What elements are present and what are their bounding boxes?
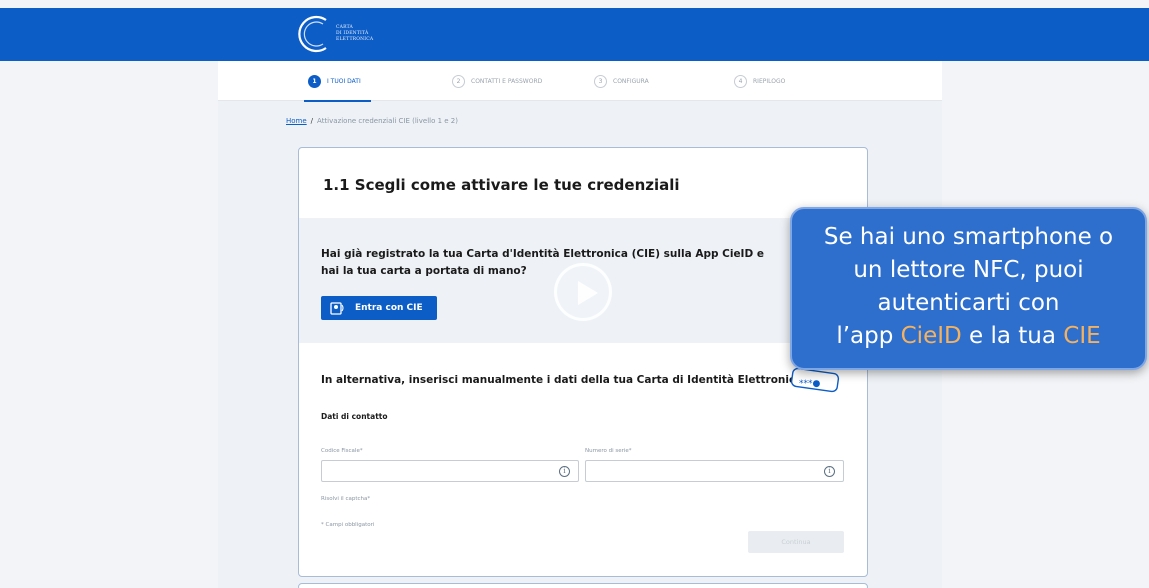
stepper: 1 I TUOI DATI 2 CONTATTI E PASSWORD 3 CO… (218, 61, 942, 102)
caption-line: l’app CieID e la tua CIE (792, 320, 1145, 353)
header-bar: CARTA DI IDENTITÀ ELETTRONICA (0, 8, 1149, 61)
step-4[interactable]: 4 RIEPILOGO (734, 61, 785, 101)
breadcrumb-home-link[interactable]: Home (286, 117, 307, 125)
contact-section-title: Dati di contatto (321, 412, 388, 421)
continue-button[interactable]: Continua (748, 531, 844, 553)
required-fields-note: * Campi obbligatori (321, 522, 375, 528)
caption-highlight: CIE (1063, 323, 1101, 349)
numero-serie-input[interactable] (586, 463, 843, 484)
step-label: RIEPILOGO (753, 77, 786, 85)
step-label: CONTATTI E PASSWORD (471, 77, 543, 85)
codice-fiscale-field[interactable]: i (321, 460, 579, 484)
breadcrumb-separator: / (310, 117, 314, 125)
caption-line: un lettore NFC, puoi (853, 257, 1084, 283)
step-number: 3 (594, 74, 607, 88)
card-title: 1.1 Scegli come attivare le tue credenzi… (323, 176, 680, 194)
numero-serie-field[interactable]: i (585, 460, 844, 484)
caption-highlight: CieID (900, 323, 962, 349)
pin-icon-text: ***● (799, 379, 821, 389)
step-2[interactable]: 2 CONTATTI E PASSWORD (452, 61, 542, 101)
breadcrumb: Home / Attivazione credenziali CIE (livell… (286, 117, 458, 125)
step-label: CONFIGURA (613, 77, 649, 85)
step-1[interactable]: 1 I TUOI DATI (304, 61, 371, 102)
step-number: 4 (734, 74, 747, 88)
step-number: 1 (308, 74, 321, 88)
codice-fiscale-label: Codice Fiscale* (321, 448, 363, 454)
step-number: 2 (452, 74, 465, 88)
logo-text: CARTA DI IDENTITÀ ELETTRONICA (336, 25, 373, 43)
step-3[interactable]: 3 CONFIGURA (594, 61, 649, 101)
next-card-edge (298, 583, 868, 588)
video-play-icon[interactable] (554, 263, 612, 321)
cie-card-icon (330, 302, 344, 315)
captcha-label: Risolvi il captcha* (321, 496, 371, 502)
activation-card: 1.1 Scegli come attivare le tue credenzi… (298, 147, 868, 577)
entra-con-cie-button[interactable]: Entra con CIE (321, 296, 437, 320)
caption-line: Se hai uno smartphone o (823, 224, 1114, 250)
logo-text-line: ELETTRONICA (336, 37, 374, 42)
cie-question-text: Hai già registrato la tua Carta d'Identi… (321, 248, 764, 277)
pin-card-icon: ***● (790, 367, 840, 393)
codice-fiscale-input[interactable] (322, 463, 578, 484)
caption-text: l’app (836, 323, 901, 349)
info-icon[interactable]: i (824, 466, 835, 477)
numero-serie-label: Numero di serie* (585, 448, 632, 454)
manual-entry-title: In alternativa, inserisci manualmente i … (321, 374, 803, 386)
entra-con-cie-label: Entra con CIE (355, 303, 423, 313)
info-icon[interactable]: i (559, 466, 570, 477)
cie-logo-icon (298, 15, 327, 53)
caption-text: e la tua (961, 323, 1064, 349)
breadcrumb-current: Attivazione credenziali CIE (livello 1 e… (317, 117, 458, 125)
caption-bubble: Se hai uno smartphone o un lettore NFC, … (790, 207, 1147, 370)
cie-logo[interactable]: CARTA DI IDENTITÀ ELETTRONICA (296, 14, 373, 54)
caption-line: autenticarti con (877, 290, 1060, 316)
step-label: I TUOI DATI (327, 77, 361, 85)
